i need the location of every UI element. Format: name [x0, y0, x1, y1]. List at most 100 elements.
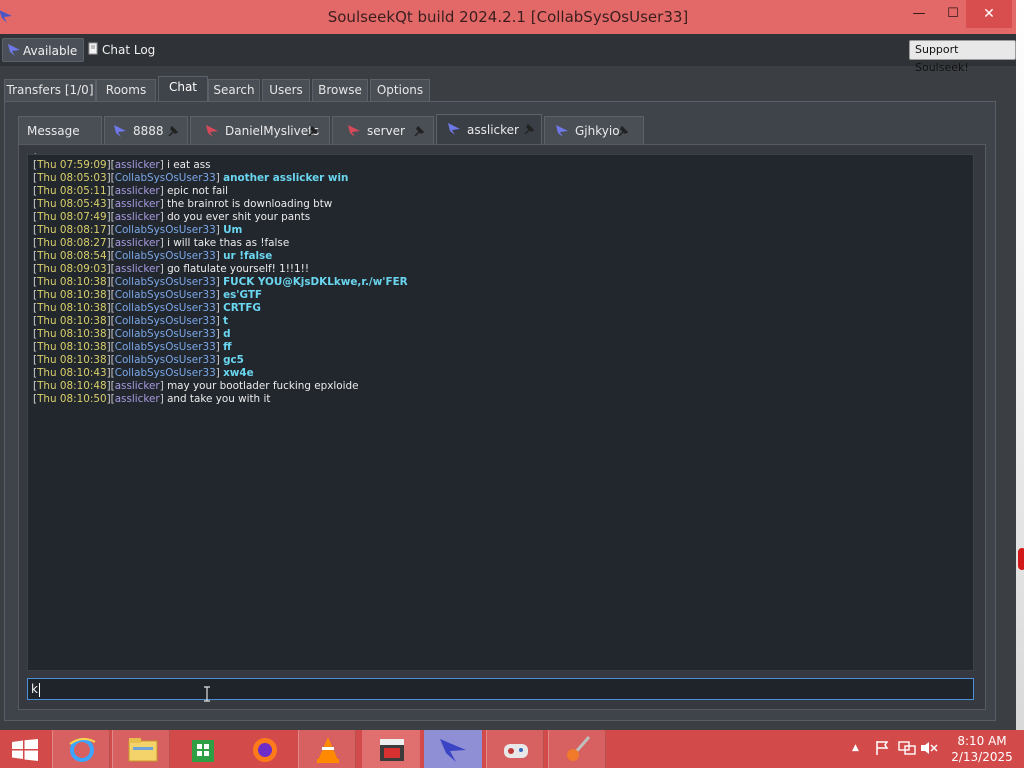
soulseek-bird-icon: [114, 125, 126, 137]
window-title: SoulseekQt build 2024.2.1 [CollabSysOsUs…: [327, 8, 689, 26]
message-username[interactable]: CollabSysOsUser33: [115, 328, 216, 340]
message-username[interactable]: CollabSysOsUser33: [115, 172, 216, 184]
taskbar-game-app[interactable]: [486, 730, 544, 768]
tab-user-danielmyslivets[interactable]: DanielMyslivets: [190, 116, 330, 144]
support-soulseek-button[interactable]: Support Soulseek!: [909, 40, 1016, 74]
close-button[interactable]: ✕: [966, 0, 1012, 28]
pin-icon[interactable]: [413, 125, 425, 137]
taskbar-firefox[interactable]: [236, 730, 294, 768]
soulseek-bird-icon: [8, 44, 20, 56]
taskbar-soulseek[interactable]: [424, 730, 482, 768]
message-username[interactable]: CollabSysOsUser33: [115, 367, 216, 379]
message-username[interactable]: CollabSysOsUser33: [115, 302, 216, 314]
game-controller-icon: [504, 744, 528, 758]
message-text: and take you with it: [167, 393, 271, 405]
tab-user-8888[interactable]: 8888: [104, 116, 188, 144]
status-available-button[interactable]: Available: [2, 38, 85, 62]
message-username[interactable]: asslicker: [115, 185, 160, 197]
folder-icon: [128, 738, 158, 762]
windows-logo-icon: [12, 739, 38, 761]
taskbar-internet-explorer[interactable]: [52, 730, 110, 768]
message-text: i will take thas as !false: [167, 237, 290, 249]
tray-overflow-icon[interactable]: ▲: [852, 743, 859, 753]
tab-label: server: [367, 124, 405, 138]
tab-users[interactable]: Users: [262, 79, 310, 101]
message-text: go flatulate yourself! 1!!1!!: [167, 263, 309, 275]
tab-search[interactable]: Search: [208, 79, 260, 101]
pin-icon[interactable]: [307, 125, 319, 137]
message-username[interactable]: CollabSysOsUser33: [115, 224, 216, 236]
chat-log: [Thu 07:59:09][asslicker] i eat ass [Thu …: [33, 159, 408, 406]
tab-user-asslicker[interactable]: asslicker: [436, 114, 542, 144]
volume-muted-icon[interactable]: [920, 740, 938, 756]
message-username[interactable]: CollabSysOsUser33: [115, 354, 216, 366]
message-username[interactable]: asslicker: [115, 198, 160, 210]
firefox-icon: [253, 738, 277, 762]
message-username[interactable]: CollabSysOsUser33: [115, 341, 216, 353]
internet-explorer-icon: [69, 738, 96, 762]
message-username[interactable]: asslicker: [115, 211, 160, 223]
message-text: gc5: [223, 354, 244, 366]
tab-user-gjhkyio[interactable]: Gjhkyio: [544, 116, 644, 144]
message-text: es'GTF: [223, 289, 263, 301]
tab-message-list[interactable]: Message List: [18, 116, 102, 166]
taskbar-clock[interactable]: 8:10 AM 2/13/2025: [940, 733, 1024, 765]
chat-message: [Thu 08:10:38][CollabSysOsUser33] d: [33, 328, 231, 340]
message-username[interactable]: CollabSysOsUser33: [115, 315, 216, 327]
message-username[interactable]: asslicker: [115, 393, 160, 405]
chat-message: [Thu 07:59:09][asslicker] i eat ass: [33, 159, 211, 171]
chat-message: [Thu 08:10:48][asslicker] may your bootl…: [33, 380, 359, 392]
message-username[interactable]: CollabSysOsUser33: [115, 276, 216, 288]
flag-icon[interactable]: [874, 740, 890, 756]
tab-browse[interactable]: Browse: [312, 79, 368, 101]
tab-transfers[interactable]: Transfers [1/0]: [4, 79, 96, 101]
message-username[interactable]: asslicker: [115, 263, 160, 275]
title-bar[interactable]: SoulseekQt build 2024.2.1 [CollabSysOsUs…: [0, 0, 1016, 34]
tab-chat[interactable]: Chat: [158, 76, 208, 101]
message-text: Um: [223, 224, 243, 236]
message-username[interactable]: asslicker: [115, 237, 160, 249]
tab-label: 8888: [133, 124, 164, 138]
network-icon[interactable]: [898, 740, 916, 756]
tab-options[interactable]: Options: [370, 79, 430, 101]
message-text: ff: [223, 341, 232, 353]
chat-message: [Thu 08:10:38][CollabSysOsUser33] CRTFG: [33, 302, 261, 314]
message-timestamp: Thu 08:10:38: [37, 341, 107, 353]
message-text: do you ever shit your pants: [167, 211, 311, 223]
chat-message-view[interactable]: [Thu 07:59:09][asslicker] i eat ass [Thu …: [27, 154, 974, 671]
store-icon: [192, 740, 214, 762]
chat-message: [Thu 08:10:38][CollabSysOsUser33] es'GTF: [33, 289, 263, 301]
away-bird-icon: [348, 125, 360, 137]
message-username[interactable]: CollabSysOsUser33: [115, 250, 216, 262]
message-timestamp: Thu 08:07:49: [37, 211, 107, 223]
message-text: CRTFG: [223, 302, 261, 314]
taskbar-media-app[interactable]: [362, 730, 420, 768]
message-timestamp: Thu 08:05:03: [37, 172, 107, 184]
message-timestamp: Thu 08:10:50: [37, 393, 107, 405]
chat-input[interactable]: k: [27, 678, 974, 700]
message-timestamp: Thu 08:10:43: [37, 367, 107, 379]
taskbar-paint-app[interactable]: [548, 730, 606, 768]
tab-label: Gjhkyio: [575, 124, 620, 138]
chat-log-button[interactable]: Chat Log: [82, 38, 161, 62]
message-timestamp: Thu 08:05:11: [37, 185, 107, 197]
message-text: FUCK YOU@KjsDKLkwe,r./w'FER: [223, 276, 408, 288]
pin-icon[interactable]: [617, 125, 629, 137]
message-username[interactable]: asslicker: [115, 159, 160, 171]
message-username[interactable]: asslicker: [115, 380, 160, 392]
chat-message: [Thu 08:08:17][CollabSysOsUser33] Um: [33, 224, 243, 236]
status-label: Available: [23, 44, 78, 58]
message-timestamp: Thu 08:10:38: [37, 289, 107, 301]
chat-message: [Thu 08:08:27][asslicker] i will take th…: [33, 237, 290, 249]
start-button[interactable]: [0, 730, 50, 768]
tab-rooms[interactable]: Rooms: [96, 79, 156, 101]
message-username[interactable]: CollabSysOsUser33: [115, 289, 216, 301]
pin-icon[interactable]: [523, 123, 535, 135]
taskbar-file-explorer[interactable]: [112, 730, 170, 768]
tab-user-server[interactable]: server: [332, 116, 434, 144]
clock-time: 8:10 AM: [957, 734, 1007, 748]
chat-message: [Thu 08:10:38][CollabSysOsUser33] t: [33, 315, 229, 327]
taskbar-store[interactable]: [174, 730, 232, 768]
taskbar-vlc[interactable]: [298, 730, 356, 768]
pin-icon[interactable]: [167, 125, 179, 137]
